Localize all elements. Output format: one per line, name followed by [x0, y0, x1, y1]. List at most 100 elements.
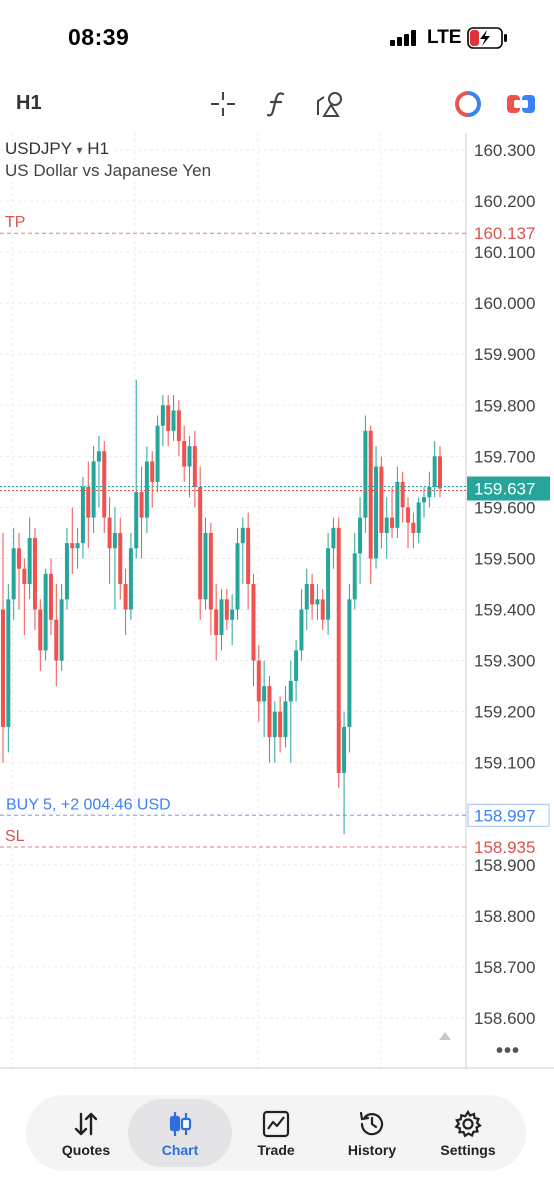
candle-body: [336, 527, 341, 773]
y-tick-label: 159.700: [474, 447, 535, 466]
y-tick-label: 159.100: [474, 754, 535, 773]
candle-body: [176, 410, 181, 442]
candle-body: [347, 599, 352, 727]
nav-label: Quotes: [61, 1141, 111, 1158]
candle-body: [166, 405, 171, 431]
price-chart[interactable]: 160.300 160.200 160.100 160.000 159.900 159.8…: [0, 133, 554, 1070]
candle-body: [432, 456, 437, 487]
symbol-name: USDJPY: [5, 139, 72, 158]
candle-body: [80, 486, 85, 544]
y-tick-label: 159.400: [474, 601, 535, 620]
y-tick-label: 158.600: [474, 1009, 535, 1028]
tp-price: 160.137: [474, 224, 535, 243]
candle-body: [128, 548, 133, 610]
trade-chart-icon: [261, 1109, 291, 1139]
timeframe-selector[interactable]: H1: [16, 92, 42, 115]
symbol-description: US Dollar vs Japanese Yen: [5, 161, 212, 180]
status-bar: 08:39 LTE: [0, 0, 554, 80]
candle-body: [235, 543, 240, 610]
chart-symbol[interactable]: USDJPY ▾ H1: [5, 139, 109, 159]
candle-body: [342, 726, 347, 773]
candle-body: [214, 609, 219, 636]
y-tick-label: 158.900: [474, 856, 535, 875]
objects-icon[interactable]: [314, 88, 346, 120]
candle-body: [427, 486, 432, 498]
current-price: 159.637: [474, 480, 535, 499]
candle-body: [288, 681, 293, 702]
position-label: BUY 5, +2 004.46 USD: [6, 796, 171, 813]
tp-label: TP: [5, 214, 25, 231]
nav-settings[interactable]: Settings: [416, 1099, 520, 1167]
candle-body: [272, 711, 277, 738]
candle-body: [182, 441, 187, 467]
candle-body: [406, 507, 411, 523]
candle-body: [43, 573, 48, 651]
candle-body: [304, 584, 309, 610]
candle-body: [203, 532, 208, 600]
chart-toolbar: H1: [0, 80, 554, 130]
candle-body: [123, 584, 128, 610]
candle-body: [294, 650, 299, 682]
candle-body: [91, 461, 96, 518]
candle-body: [160, 405, 165, 426]
candle-body: [208, 532, 213, 610]
candle-body: [54, 619, 59, 661]
candle-body: [379, 466, 384, 533]
candle-body: [38, 609, 43, 651]
candle-body: [422, 497, 427, 503]
battery-charging-icon: [467, 27, 509, 49]
y-tick-label: 160.100: [474, 243, 535, 262]
candle-body: [411, 522, 416, 533]
candlestick-chart[interactable]: 160.300 160.200 160.100 160.000 159.900 159.8…: [0, 133, 554, 1070]
candle-body: [224, 599, 229, 620]
history-clock-icon: [357, 1109, 387, 1139]
candle-body: [315, 599, 320, 605]
candle-body: [70, 543, 75, 549]
one-click-trading-icon[interactable]: [452, 88, 484, 120]
sl-label: SL: [5, 828, 25, 845]
y-tick-label: 160.200: [474, 192, 535, 211]
more-options-icon[interactable]: •••: [496, 1040, 520, 1063]
candle-body: [283, 701, 288, 738]
candle-body: [416, 502, 421, 533]
nav-quotes[interactable]: Quotes: [34, 1099, 138, 1167]
nav-chart[interactable]: Chart: [128, 1099, 232, 1167]
nav-label: Trade: [257, 1141, 295, 1158]
candle-body: [112, 532, 117, 549]
candle-body: [320, 599, 325, 620]
candle-body: [358, 517, 363, 554]
candle-body: [331, 527, 336, 549]
candle-body: [198, 486, 203, 600]
y-tick-label: 159.200: [474, 703, 535, 722]
candle-body: [246, 527, 251, 584]
nav-history[interactable]: History: [320, 1099, 424, 1167]
gear-icon: [453, 1109, 483, 1139]
candle-body: [390, 517, 395, 528]
trade-toggle-icon[interactable]: [505, 88, 537, 120]
nav-label: Chart: [161, 1141, 199, 1158]
candle-body: [310, 584, 315, 605]
candle-body: [27, 538, 32, 584]
candle-body: [240, 527, 245, 544]
cellular-signal-icon: [390, 30, 418, 46]
candle-body: [144, 461, 149, 518]
crosshair-icon[interactable]: [207, 88, 239, 120]
candle-body: [16, 548, 21, 569]
y-tick-label: 160.300: [474, 141, 535, 160]
nav-trade[interactable]: Trade: [224, 1099, 328, 1167]
y-tick-label: 158.800: [474, 907, 535, 926]
candle-body: [219, 599, 224, 636]
position-price: 158.997: [474, 806, 535, 825]
candle-body: [374, 466, 379, 559]
candle-body: [256, 660, 261, 702]
y-tick-label: 159.600: [474, 498, 535, 517]
bottom-navigation: Quotes Chart Trade History Settings: [26, 1095, 526, 1171]
y-tick-label: 159.300: [474, 652, 535, 671]
candle-body: [6, 599, 11, 727]
candle-body: [278, 711, 283, 738]
function-icon[interactable]: [261, 88, 293, 120]
candle-body: [75, 543, 80, 549]
candle-body: [102, 451, 107, 518]
scroll-end-icon: [439, 1032, 451, 1040]
candle-body: [118, 532, 123, 584]
